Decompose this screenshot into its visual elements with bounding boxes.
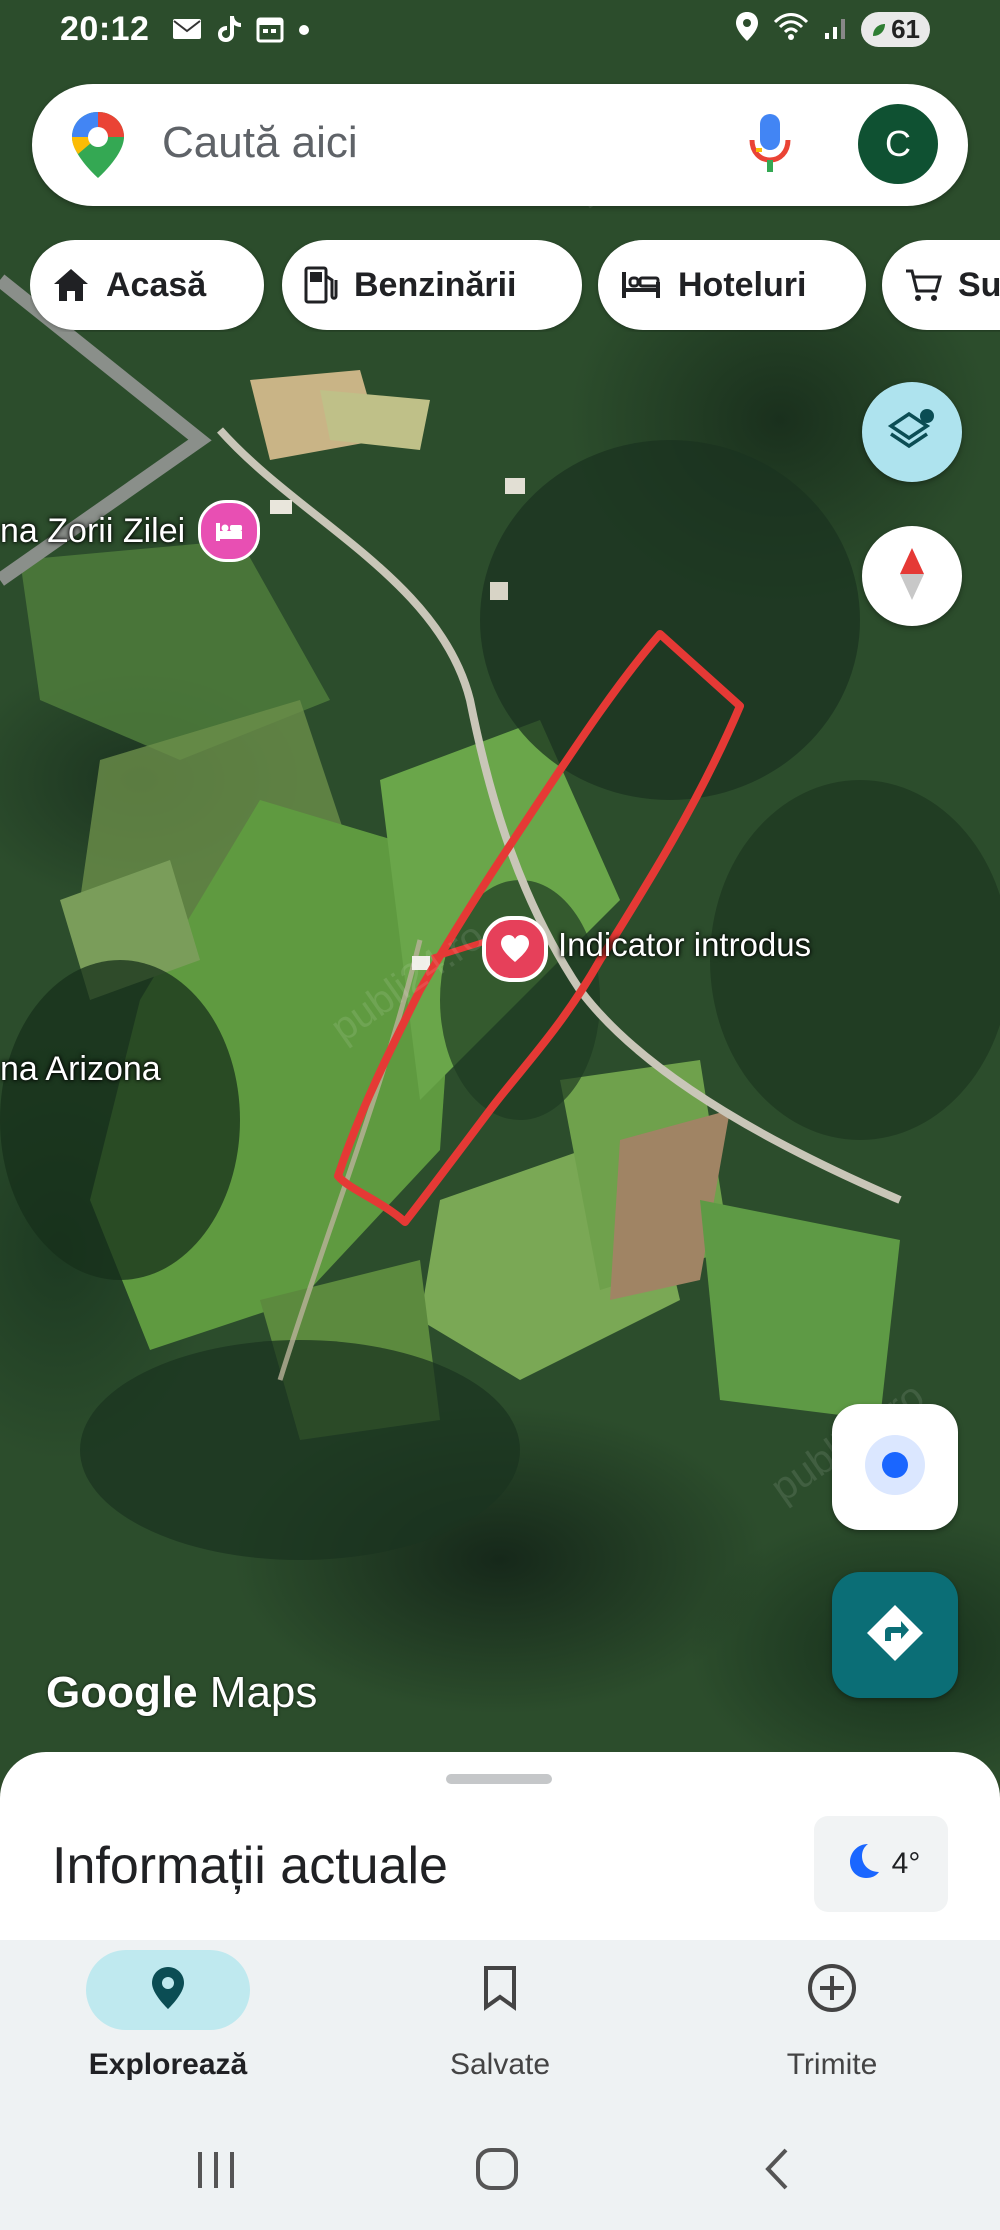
drag-handle[interactable] — [446, 1774, 552, 1784]
my-location-icon — [860, 1430, 930, 1505]
my-location-button[interactable] — [832, 1404, 958, 1530]
sheet-title: Informații actuale — [52, 1837, 448, 1895]
nav-icon-wrap — [418, 1950, 582, 2030]
logo-maps: Maps — [209, 1668, 318, 1717]
chip-label: Acasă — [106, 265, 207, 304]
compass-button[interactable] — [862, 526, 962, 626]
mail-icon — [172, 17, 202, 46]
search-bar[interactable]: Caută aici C — [32, 84, 968, 206]
status-bar: 20:12 61 — [0, 0, 1000, 62]
nav-label: Salvate — [449, 2048, 551, 2081]
category-chips: Acasă Benzinării Hoteluri Su — [30, 240, 1000, 332]
nav-share[interactable]: Trimite — [712, 1950, 952, 2082]
mic-icon[interactable] — [748, 112, 792, 181]
battery-level: 61 — [891, 14, 920, 44]
chip-benzinarii[interactable]: Benzinării — [282, 240, 582, 330]
status-time: 20:12 — [60, 10, 150, 48]
google-maps-pin-icon — [70, 110, 126, 185]
home-button-icon[interactable] — [474, 2146, 520, 2197]
chip-hoteluri[interactable]: Hoteluri — [598, 240, 866, 330]
system-nav — [0, 2120, 1000, 2230]
add-circle-icon — [806, 1962, 858, 2019]
back-icon[interactable] — [760, 2146, 792, 2197]
heart-marker-icon[interactable] — [482, 916, 548, 982]
location-icon — [735, 12, 759, 47]
dot-icon — [298, 23, 310, 41]
bottom-nav: Explorează Salvate Trimite — [0, 1940, 1000, 2120]
tiktok-icon — [216, 14, 242, 49]
avatar[interactable]: C — [858, 104, 938, 184]
chip-acasa[interactable]: Acasă — [30, 240, 264, 330]
chip-supermarket[interactable]: Su — [882, 240, 1000, 330]
nav-label: Explorează — [88, 2048, 248, 2081]
layers-button[interactable] — [862, 382, 962, 482]
layers-icon — [887, 406, 937, 459]
bottom-sheet[interactable]: Informații actuale 4° — [0, 1752, 1000, 1942]
map-label-place[interactable]: na Arizona — [0, 1050, 161, 1089]
status-right-icons: 61 — [735, 12, 930, 47]
compass-icon — [897, 546, 927, 607]
nav-explore[interactable]: Explorează — [48, 1950, 288, 2082]
battery-icon: 61 — [861, 12, 930, 47]
chip-label: Su — [958, 265, 1000, 304]
marker-label[interactable]: Indicator introdus — [558, 926, 811, 964]
bookmark-icon — [482, 1965, 518, 2016]
google-maps-logo: Google Maps — [46, 1668, 317, 1718]
calendar-icon — [256, 15, 284, 48]
nav-icon-wrap — [750, 1950, 914, 2030]
recents-icon[interactable] — [194, 2148, 238, 2197]
moon-icon — [842, 1840, 882, 1888]
nav-label: Trimite — [786, 2048, 878, 2081]
location-pin-icon — [150, 1965, 186, 2016]
nav-active-indicator — [86, 1950, 250, 2030]
nav-saved[interactable]: Salvate — [380, 1950, 620, 2082]
chip-label: Hoteluri — [678, 265, 807, 304]
map-label-hotel[interactable]: na Zorii Zilei — [0, 512, 185, 551]
cart-icon — [904, 267, 942, 303]
logo-google: Google — [46, 1668, 198, 1717]
signal-icon — [823, 13, 847, 46]
search-input[interactable]: Caută aici — [162, 118, 358, 168]
bed-icon — [620, 270, 662, 300]
status-left-icons — [172, 14, 310, 49]
directions-button[interactable] — [832, 1572, 958, 1698]
chip-label: Benzinării — [354, 265, 517, 304]
gas-station-icon — [304, 266, 338, 304]
hotel-pin-icon[interactable] — [198, 500, 260, 562]
wifi-icon — [773, 12, 809, 47]
home-icon — [52, 267, 90, 303]
weather-chip[interactable]: 4° — [814, 1816, 948, 1912]
weather-temperature: 4° — [891, 1847, 921, 1880]
directions-icon — [863, 1601, 927, 1670]
